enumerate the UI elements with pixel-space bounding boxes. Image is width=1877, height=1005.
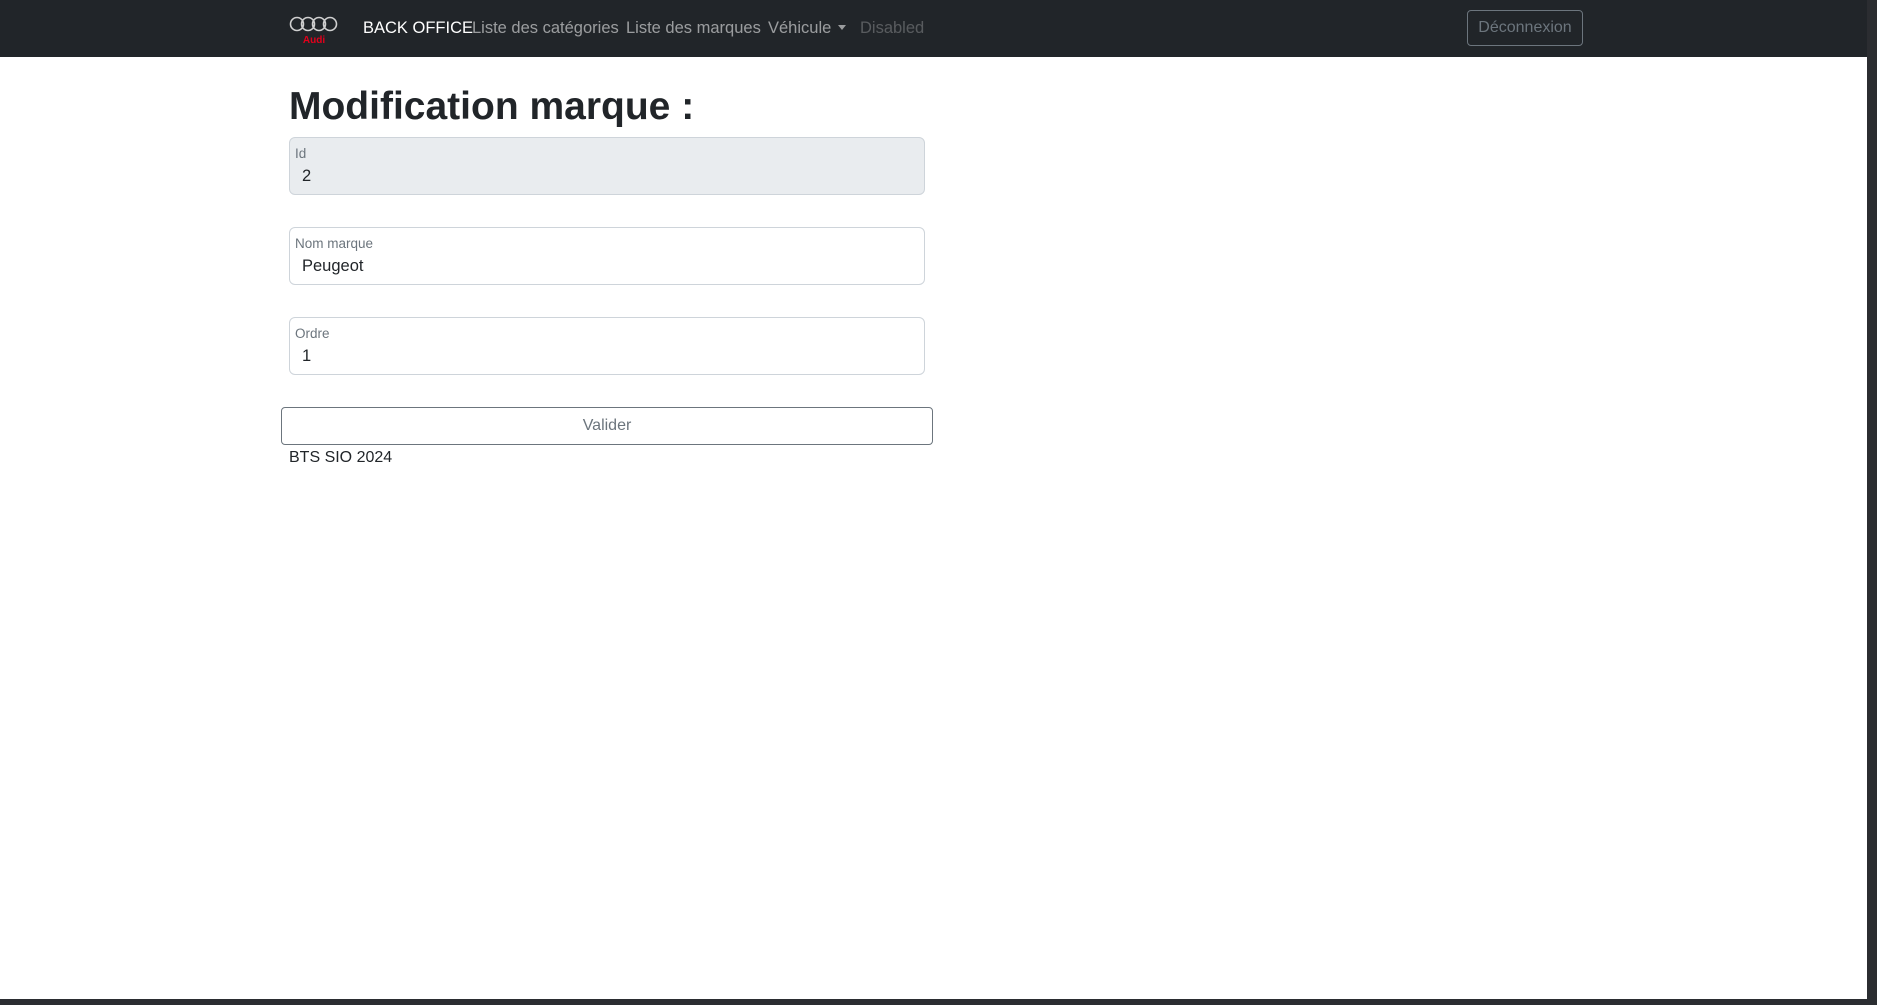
nav-dropdown-vehicule[interactable]: Véhicule [768, 18, 847, 38]
ordre-field[interactable]: Ordre [289, 317, 925, 375]
nav-link-liste-marques[interactable]: Liste des marques [626, 18, 761, 38]
audi-logo-text: Audi [303, 35, 325, 46]
audi-logo-icon[interactable]: Audi [289, 14, 339, 46]
navbar-brand[interactable]: BACK OFFICE [363, 18, 473, 38]
nom-marque-input[interactable] [302, 254, 902, 278]
top-navbar: Audi BACK OFFICE Liste des catégories Li… [0, 0, 1867, 57]
caret-down-icon [838, 25, 847, 30]
ordre-input[interactable] [302, 344, 902, 368]
nom-marque-field[interactable]: Nom marque [289, 227, 925, 285]
id-field: Id [289, 137, 925, 195]
page-title: Modification marque : [289, 85, 695, 128]
logout-button[interactable]: Déconnexion [1467, 10, 1583, 46]
nav-link-liste-categories[interactable]: Liste des catégories [472, 18, 619, 38]
valider-button[interactable]: Valider [281, 407, 933, 445]
footer-text: BTS SIO 2024 [289, 449, 393, 466]
nom-marque-field-label: Nom marque [295, 236, 374, 251]
nav-link-disabled: Disabled [860, 19, 925, 37]
window-frame-bottom [0, 999, 1877, 1005]
nav-dropdown-vehicule-label: Véhicule [768, 19, 832, 37]
ordre-field-label: Ordre [295, 326, 330, 341]
id-input [302, 164, 902, 188]
window-frame-right [1867, 0, 1877, 1005]
id-field-label: Id [295, 146, 307, 161]
